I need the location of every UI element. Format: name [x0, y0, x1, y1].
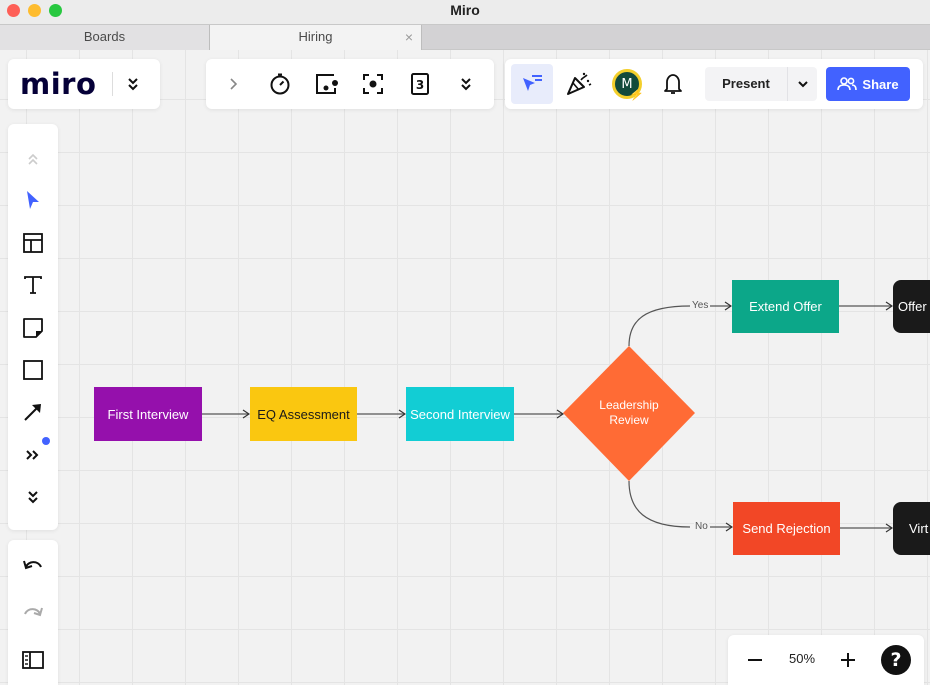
- top-tools-panel: 3: [206, 59, 494, 109]
- select-mode-button[interactable]: [511, 64, 553, 104]
- share-button[interactable]: Share: [826, 67, 910, 101]
- node-send-rejection[interactable]: Send Rejection: [733, 502, 840, 555]
- logo-panel: miro: [8, 59, 160, 109]
- party-popper-icon[interactable]: [564, 69, 594, 99]
- more-tools-icon[interactable]: [457, 75, 475, 93]
- focus-icon[interactable]: [358, 69, 388, 99]
- expand-icon[interactable]: [218, 69, 248, 99]
- expand-toolbar-icon[interactable]: [18, 482, 48, 512]
- node-offer[interactable]: Offer ...: [893, 280, 930, 333]
- zoom-panel: 50% ?: [728, 635, 924, 685]
- users-icon: [837, 77, 858, 91]
- divider: [112, 72, 113, 96]
- collapse-icon[interactable]: [18, 144, 48, 174]
- connector-review-no: [628, 480, 691, 528]
- chevron-down-icon: [797, 81, 808, 88]
- present-group: Present: [705, 67, 817, 101]
- present-dropdown-button[interactable]: [788, 67, 817, 101]
- double-chevron-down-icon[interactable]: [124, 75, 142, 93]
- zoom-in-icon[interactable]: [833, 645, 863, 675]
- templates-icon[interactable]: [18, 228, 48, 258]
- timer-icon[interactable]: [265, 69, 295, 99]
- connector-icon[interactable]: [18, 397, 48, 427]
- node-eq-assessment[interactable]: EQ Assessment: [250, 387, 357, 441]
- bell-icon[interactable]: [658, 69, 688, 99]
- shape-icon[interactable]: [18, 355, 48, 385]
- edge-label-no: No: [694, 521, 709, 532]
- node-virtual[interactable]: Virt: [893, 502, 930, 555]
- miro-logo[interactable]: miro: [20, 67, 96, 101]
- zoom-out-icon[interactable]: [740, 645, 770, 675]
- board-panel-icon[interactable]: [18, 645, 48, 675]
- text-icon[interactable]: [18, 270, 48, 300]
- redo-icon[interactable]: [18, 597, 48, 627]
- history-panel: [8, 540, 58, 685]
- help-button[interactable]: ?: [881, 645, 911, 675]
- share-label: Share: [862, 76, 899, 92]
- node-second-interview[interactable]: Second Interview: [406, 387, 514, 441]
- edge-label-yes: Yes: [691, 300, 710, 311]
- present-button[interactable]: Present: [705, 67, 787, 101]
- undo-icon[interactable]: [18, 550, 48, 580]
- zoom-level[interactable]: 50%: [784, 651, 820, 666]
- leadership-review-diamond: [563, 346, 695, 481]
- node-first-interview[interactable]: First Interview: [94, 387, 202, 441]
- node-extend-offer[interactable]: Extend Offer: [732, 280, 839, 333]
- pointer-filter-icon: [523, 75, 542, 91]
- collaboration-panel: M ⚡ Present Share: [505, 59, 923, 109]
- sticky-note-icon[interactable]: [18, 313, 48, 343]
- countdown-number: 3: [416, 78, 424, 92]
- lightning-icon: ⚡: [629, 87, 644, 101]
- connector-review-yes: [628, 305, 691, 347]
- countdown-icon[interactable]: 3: [405, 69, 435, 99]
- left-toolbar: [8, 124, 58, 530]
- notification-dot: [42, 437, 50, 445]
- select-icon[interactable]: [18, 185, 48, 215]
- card-icon[interactable]: [312, 69, 342, 99]
